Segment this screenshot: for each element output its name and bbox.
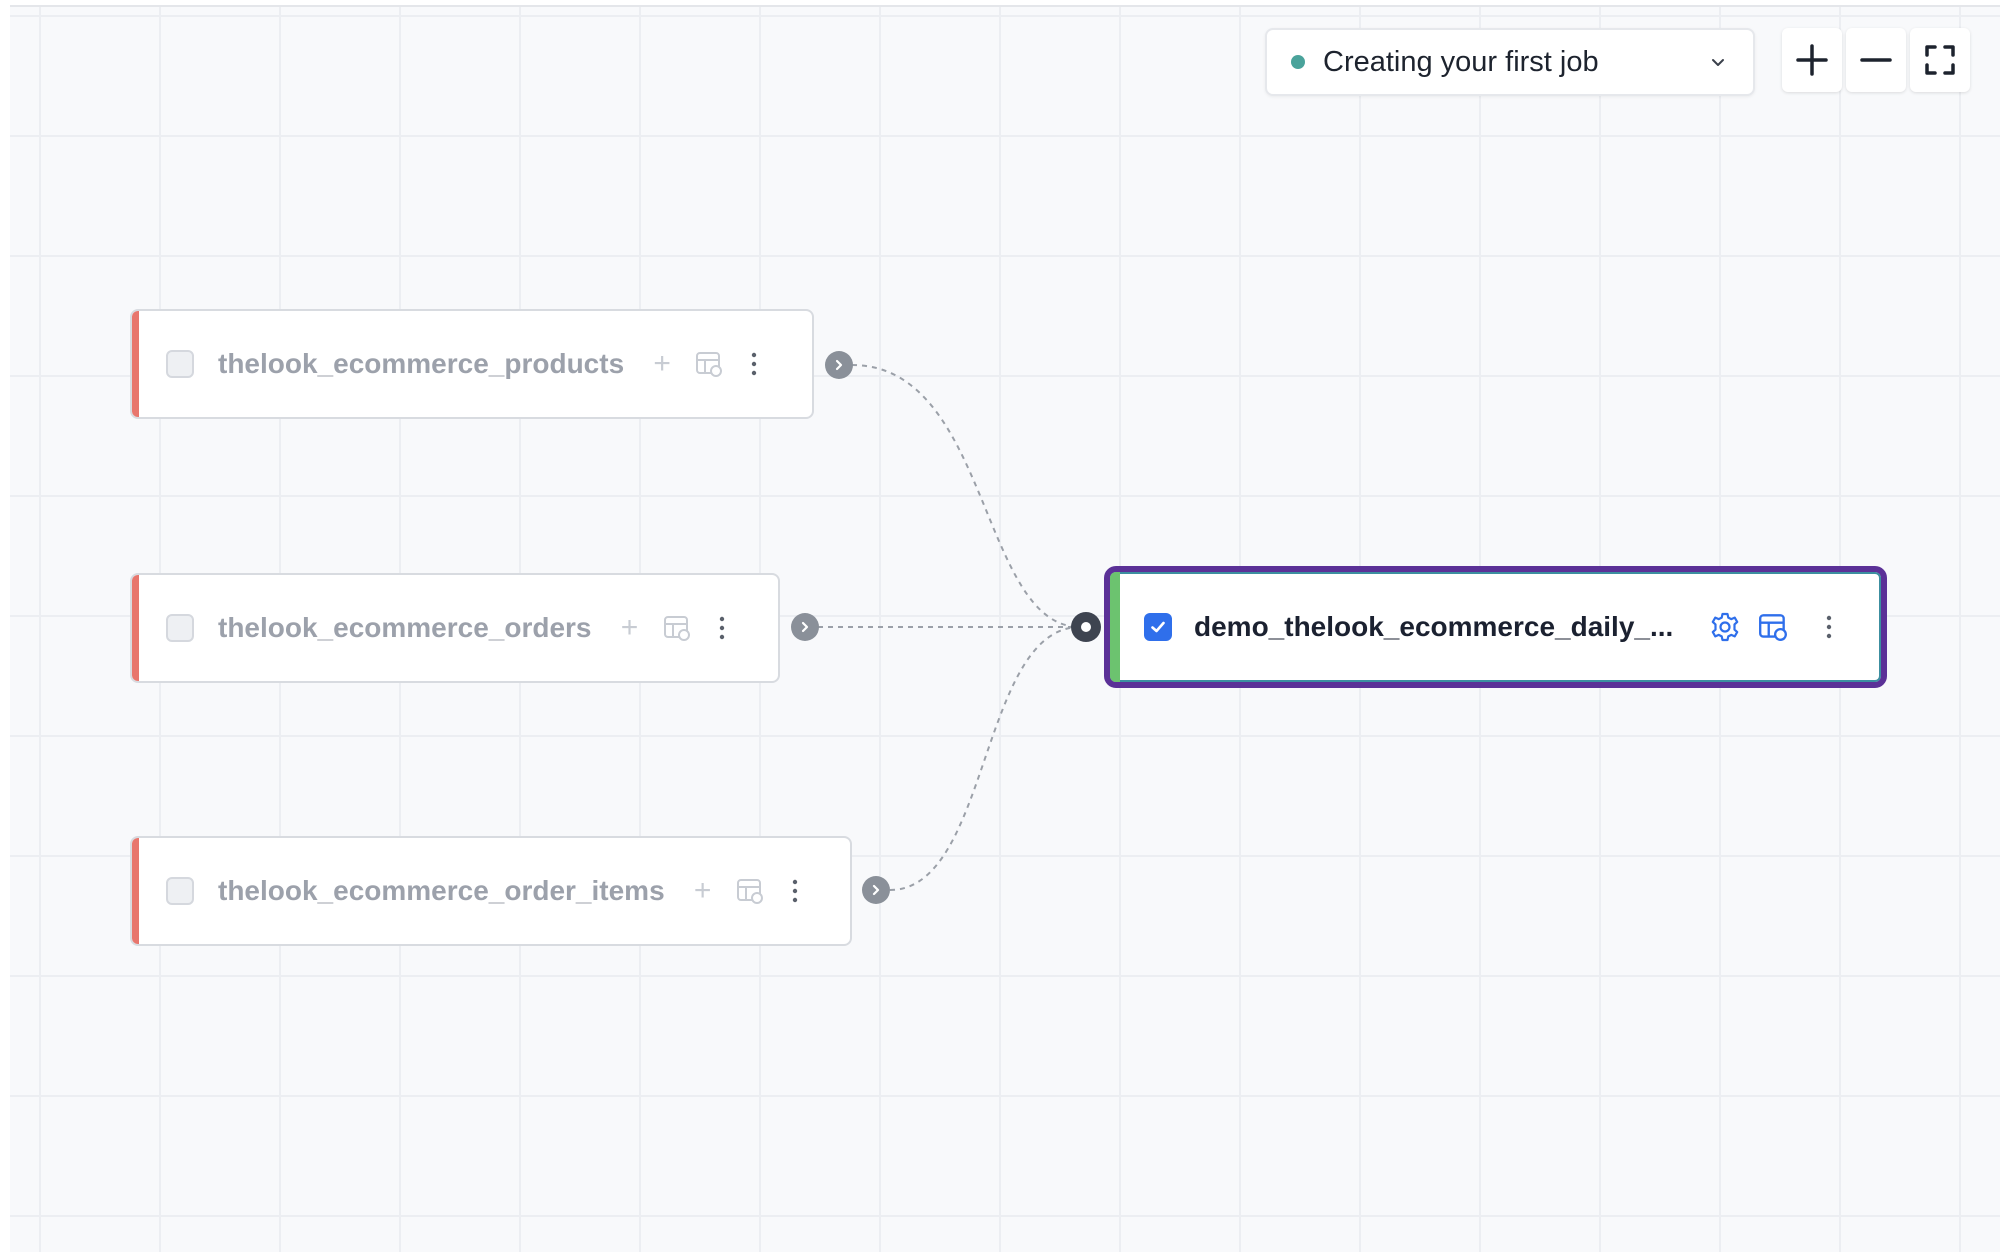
plus-icon[interactable]: +: [693, 876, 713, 906]
node-checkbox-checked[interactable]: [1144, 613, 1172, 641]
zoom-in-button[interactable]: [1782, 28, 1842, 92]
chevron-right-icon: [835, 359, 843, 371]
minus-icon: [1860, 58, 1892, 62]
chevron-right-icon: [801, 621, 809, 633]
more-vertical-icon[interactable]: [750, 351, 758, 377]
node-checkbox[interactable]: [166, 614, 194, 642]
node-title: thelook_ecommerce_orders: [218, 612, 592, 643]
job-selector-label: Creating your first job: [1323, 45, 1599, 78]
more-vertical-icon[interactable]: [1825, 614, 1833, 640]
zoom-controls: [1782, 28, 1970, 96]
node-title: thelook_ecommerce_products: [218, 348, 625, 379]
node-status-stripe: [132, 838, 139, 944]
fit-view-button[interactable]: [1910, 28, 1970, 92]
more-vertical-icon[interactable]: [718, 615, 726, 641]
plus-icon: [1796, 44, 1828, 76]
checkmark-icon: [1151, 621, 1165, 633]
output-handle[interactable]: [825, 351, 853, 379]
output-handle[interactable]: [862, 876, 890, 904]
source-node[interactable]: thelook_ecommerce_order_items +: [130, 836, 852, 946]
target-node[interactable]: demo_thelook_ecommerce_daily_...: [1104, 566, 1887, 688]
node-status-stripe: [1110, 572, 1120, 682]
source-node[interactable]: thelook_ecommerce_orders +: [130, 573, 780, 683]
fullscreen-icon: [1925, 45, 1955, 75]
node-checkbox[interactable]: [166, 877, 194, 905]
gear-icon[interactable]: [1709, 611, 1741, 643]
more-vertical-icon[interactable]: [791, 878, 799, 904]
table-sync-icon[interactable]: [662, 613, 692, 643]
table-sync-icon[interactable]: [735, 876, 765, 906]
input-handle-core: [1081, 622, 1091, 632]
table-sync-icon[interactable]: [1757, 611, 1789, 643]
job-status-dot: [1291, 55, 1305, 69]
node-checkbox[interactable]: [166, 350, 194, 378]
chevron-down-icon: [1712, 59, 1724, 66]
chevron-right-icon: [872, 884, 880, 896]
table-sync-icon[interactable]: [694, 349, 724, 379]
input-handle[interactable]: [1071, 612, 1101, 642]
node-title: thelook_ecommerce_order_items: [218, 875, 665, 906]
source-node[interactable]: thelook_ecommerce_products +: [130, 309, 814, 419]
plus-icon[interactable]: +: [652, 349, 672, 379]
zoom-out-button[interactable]: [1846, 28, 1906, 92]
job-selector-dropdown[interactable]: Creating your first job: [1265, 28, 1755, 96]
node-status-stripe: [132, 575, 139, 681]
node-status-stripe: [132, 311, 139, 417]
node-title: demo_thelook_ecommerce_daily_...: [1194, 611, 1674, 642]
output-handle[interactable]: [791, 613, 819, 641]
plus-icon[interactable]: +: [620, 613, 640, 643]
